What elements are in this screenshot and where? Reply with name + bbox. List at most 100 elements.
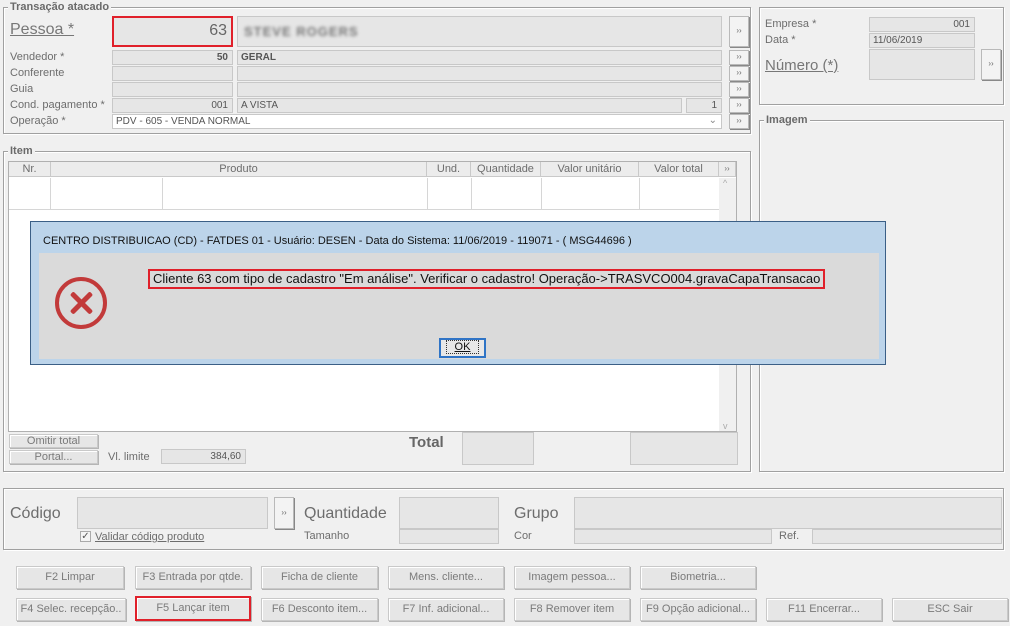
data-label: Data *: [765, 34, 796, 46]
f8-remover-item-button[interactable]: F8 Remover item: [514, 598, 630, 621]
error-icon: [55, 277, 107, 329]
grupo-field[interactable]: [574, 497, 1002, 529]
vendedor-code-field[interactable]: 50: [112, 50, 233, 65]
item-title: Item: [8, 144, 35, 158]
codigo-label: Código: [10, 505, 61, 522]
conferente-name-field: [237, 66, 722, 81]
cond-pagamento-parcelas-field[interactable]: 1: [686, 98, 722, 113]
numero-label: Número (*): [765, 57, 839, 74]
conferente-lookup-button[interactable]: ››: [729, 66, 749, 81]
vendedor-name-field: GERAL: [237, 50, 722, 65]
f3-entrada-button[interactable]: F3 Entrada por qtde.: [135, 566, 251, 589]
col-und[interactable]: Und.: [427, 162, 471, 177]
cor-label: Cor: [514, 530, 532, 542]
tamanho-label: Tamanho: [304, 530, 350, 542]
ref-field[interactable]: [812, 529, 1002, 544]
col-valor-unitario[interactable]: Valor unitário: [541, 162, 639, 177]
cor-field[interactable]: [574, 529, 772, 544]
data-field[interactable]: 11/06/2019: [869, 33, 975, 48]
scroll-down-icon[interactable]: v: [723, 421, 728, 431]
f7-inf-adicional-button[interactable]: F7 Inf. adicional...: [388, 598, 504, 621]
col-produto[interactable]: Produto: [51, 162, 427, 177]
dialog-body: Cliente 63 com tipo de cadastro "Em anál…: [39, 253, 879, 359]
scroll-up-icon[interactable]: ^: [723, 178, 727, 188]
vl-limite-label: Vl. limite: [108, 451, 150, 463]
vendedor-name-value: GERAL: [241, 52, 276, 63]
cond-pagamento-name-value: A VISTA: [241, 100, 279, 111]
vl-limite-value: 384,60: [210, 451, 241, 462]
guia-code-field[interactable]: [112, 82, 233, 97]
f2-limpar-button[interactable]: F2 Limpar: [16, 566, 124, 589]
ok-button[interactable]: OK: [439, 338, 486, 358]
vendedor-label: Vendedor *: [10, 51, 65, 63]
f11-encerrar-button[interactable]: F11 Encerrar...: [766, 598, 882, 621]
pessoa-code-value: 63: [209, 22, 227, 39]
transacao-title: Transação atacado: [8, 0, 112, 14]
quantidade-label: Quantidade: [304, 505, 387, 522]
data-value: 11/06/2019: [873, 35, 923, 46]
mens-cliente-button[interactable]: Mens. cliente...: [388, 566, 504, 589]
cond-pagamento-code-field[interactable]: 001: [112, 98, 233, 113]
codigo-lookup-button[interactable]: ››: [274, 497, 294, 529]
dialog-message: Cliente 63 com tipo de cadastro "Em anál…: [148, 269, 826, 289]
pessoa-lookup-button[interactable]: ››: [729, 16, 749, 47]
conferente-label: Conferente: [10, 67, 65, 79]
dialog-title: CENTRO DISTRIBUICAO (CD) - FATDES 01 - U…: [43, 235, 632, 247]
operacao-lookup-button[interactable]: ››: [729, 114, 749, 129]
pessoa-label: Pessoa *: [10, 21, 75, 38]
validar-label: Validar código produto: [95, 531, 205, 543]
validar-checkbox[interactable]: ✓: [80, 531, 91, 542]
col-nr[interactable]: Nr.: [9, 162, 51, 177]
tamanho-field[interactable]: [399, 529, 499, 544]
empresa-label: Empresa *: [765, 18, 817, 30]
cond-pagamento-code-value: 001: [211, 100, 228, 111]
numero-field[interactable]: [869, 49, 975, 80]
empresa-field[interactable]: 001: [869, 17, 975, 32]
codigo-field[interactable]: [77, 497, 268, 529]
cond-pagamento-lookup-button[interactable]: ››: [729, 98, 749, 113]
pessoa-code-field[interactable]: 63: [112, 16, 233, 47]
guia-label: Guia: [10, 83, 34, 95]
ok-label: OK: [445, 340, 480, 354]
f9-opcao-adicional-button[interactable]: F9 Opção adicional...: [640, 598, 756, 621]
guia-name-field: [237, 82, 722, 97]
imagem-title: Imagem: [764, 113, 810, 127]
vendedor-code-value: 50: [216, 52, 228, 63]
operacao-value: PDV - 605 - VENDA NORMAL: [116, 116, 251, 127]
pessoa-name-field: STEVE ROGERS: [237, 16, 722, 47]
conferente-code-field[interactable]: [112, 66, 233, 81]
chevron-down-icon: ⌄: [708, 115, 717, 126]
item-table-header: Nr. Produto Und. Quantidade Valor unitár…: [9, 162, 736, 177]
cond-pagamento-label: Cond. pagamento *: [10, 99, 105, 111]
esc-sair-button[interactable]: ESC Sair: [892, 598, 1008, 621]
ref-label: Ref.: [779, 530, 800, 542]
ficha-cliente-button[interactable]: Ficha de cliente: [261, 566, 378, 589]
operacao-select[interactable]: PDV - 605 - VENDA NORMAL ⌄: [112, 114, 722, 129]
portal-button[interactable]: Portal...: [9, 450, 98, 464]
f6-desconto-item-button[interactable]: F6 Desconto item...: [261, 598, 378, 621]
pessoa-name-value: STEVE ROGERS: [244, 24, 359, 39]
biometria-button[interactable]: Biometria...: [640, 566, 756, 589]
f4-selec-recepcao-button[interactable]: F4 Selec. recepção..: [16, 598, 126, 621]
cond-pagamento-name-field: A VISTA: [237, 98, 682, 113]
col-valor-total[interactable]: Valor total: [639, 162, 719, 177]
cond-pagamento-parcelas-value: 1: [711, 100, 717, 111]
guia-lookup-button[interactable]: ››: [729, 82, 749, 97]
quantidade-field[interactable]: [399, 497, 499, 529]
operacao-label: Operação *: [10, 115, 66, 127]
col-quantidade[interactable]: Quantidade: [471, 162, 541, 177]
vendedor-lookup-button[interactable]: ››: [729, 50, 749, 65]
omitir-total-button[interactable]: Omitir total: [9, 434, 98, 448]
vl-limite-field: 384,60: [161, 449, 246, 464]
total-label: Total: [409, 434, 444, 451]
column-chooser-button[interactable]: ››: [719, 162, 736, 177]
empresa-value: 001: [953, 19, 970, 30]
numero-lookup-button[interactable]: ››: [981, 49, 1001, 80]
total-field: [462, 432, 534, 465]
f5-lancar-item-button[interactable]: F5 Lançar item: [135, 596, 251, 621]
error-dialog: CENTRO DISTRIBUICAO (CD) - FATDES 01 - U…: [30, 221, 886, 365]
imagem-pessoa-button[interactable]: Imagem pessoa...: [514, 566, 630, 589]
total-value-field: [630, 432, 738, 465]
grupo-label: Grupo: [514, 505, 559, 522]
table-row[interactable]: [9, 178, 736, 210]
